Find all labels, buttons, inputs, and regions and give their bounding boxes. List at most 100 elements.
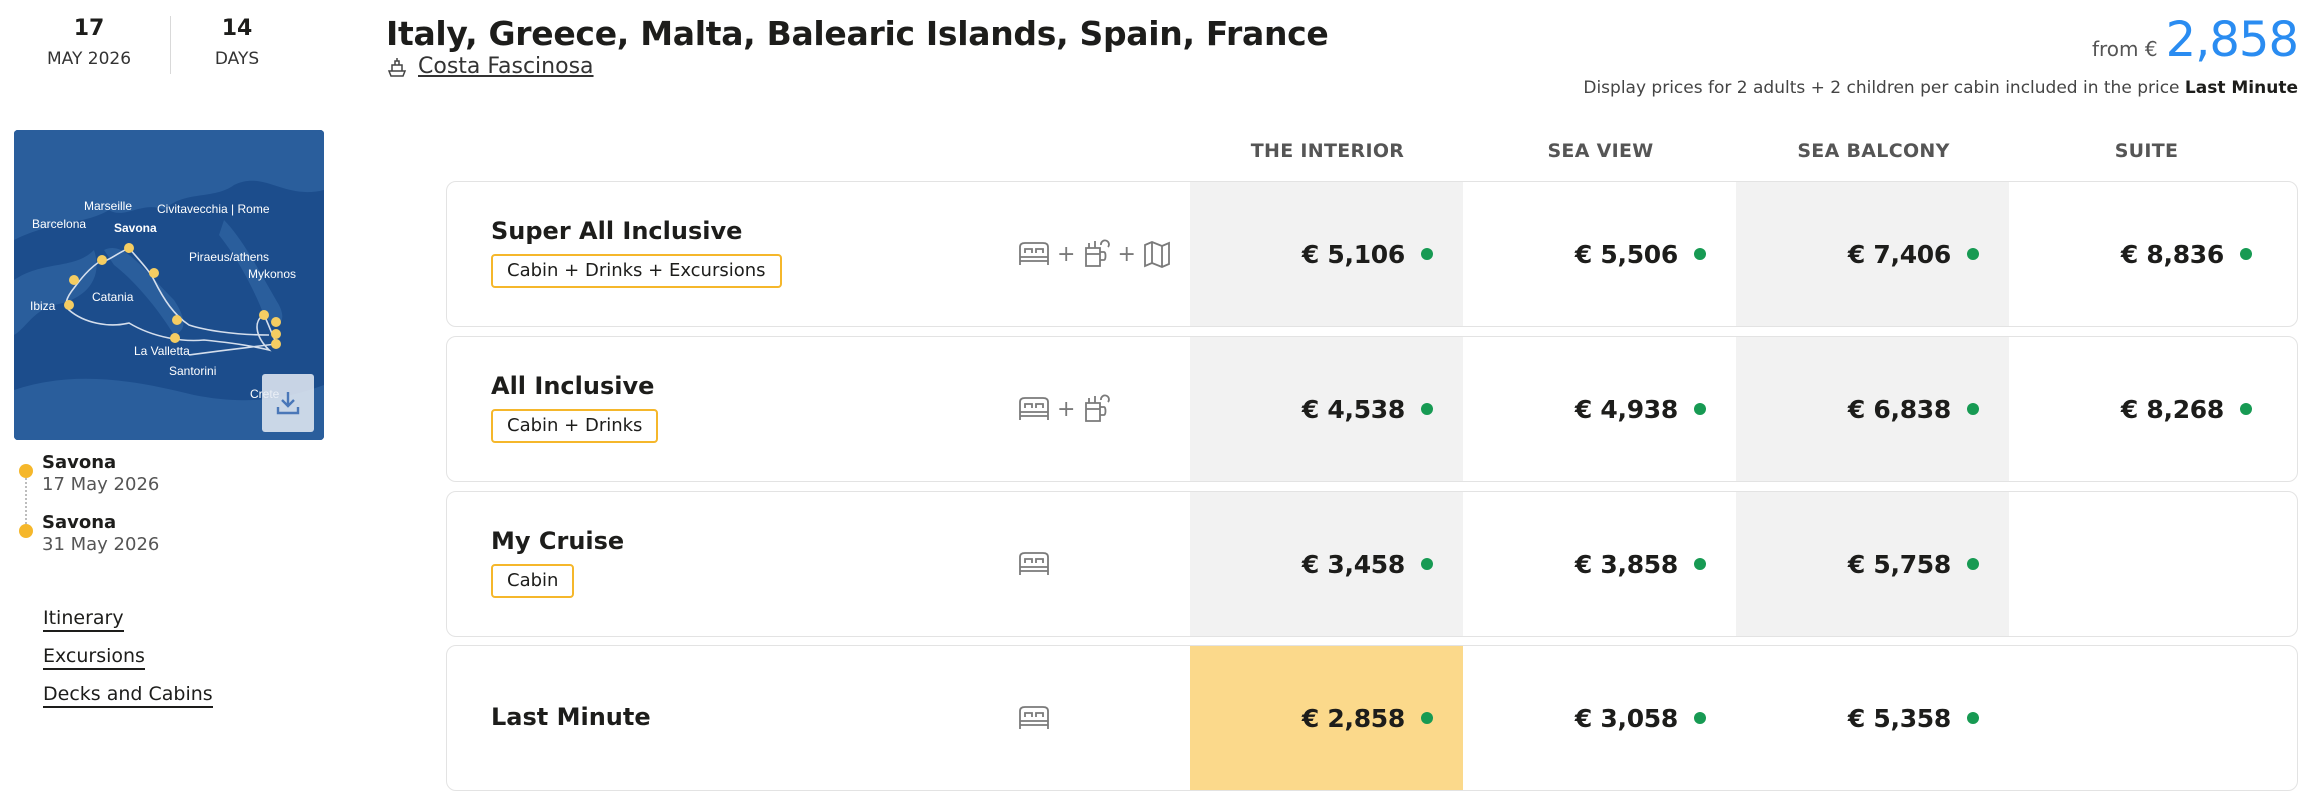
departure-port: Savona 17 May 2026 bbox=[16, 452, 306, 512]
available-dot-icon bbox=[1967, 558, 1979, 570]
available-dot-icon bbox=[1967, 712, 1979, 724]
price-cell-interior-selected[interactable]: € 2,858 bbox=[1190, 646, 1463, 790]
departure-day: 17 bbox=[73, 16, 105, 41]
arrival-port: Savona 31 May 2026 bbox=[16, 512, 306, 572]
price: € 5,758 bbox=[1847, 549, 1951, 579]
disclaimer-text: Display prices for 2 adults + 2 children… bbox=[1583, 78, 2180, 98]
price: € 8,268 bbox=[2120, 394, 2224, 424]
package-inclusions: + + bbox=[1017, 182, 1172, 326]
package-row-super-all-inclusive: Super All Inclusive Cabin + Drinks + Exc… bbox=[446, 181, 2298, 327]
available-dot-icon bbox=[1694, 558, 1706, 570]
departure-date: 17 MAY 2026 bbox=[14, 14, 164, 72]
price: € 3,458 bbox=[1301, 549, 1405, 579]
available-dot-icon bbox=[1421, 403, 1433, 415]
price-cell-sea-balcony[interactable]: € 6,838 bbox=[1736, 337, 2009, 481]
column-header-suite: SUITE bbox=[2114, 140, 2179, 162]
price-cell-suite[interactable]: € 8,836 bbox=[2009, 182, 2282, 326]
map-label-mykonos: Mykonos bbox=[248, 267, 296, 281]
package-inclusions: + bbox=[1017, 337, 1111, 481]
price-cell-sea-view[interactable]: € 3,858 bbox=[1463, 492, 1736, 636]
decks-and-cabins-link[interactable]: Decks and Cabins bbox=[43, 682, 213, 708]
drink-icon bbox=[1085, 239, 1111, 267]
ship-name-link[interactable]: Costa Fascinosa bbox=[418, 54, 594, 79]
price-cell-suite[interactable]: € 8,268 bbox=[2009, 337, 2282, 481]
package-inclusions bbox=[1017, 646, 1051, 790]
price-cell-sea-view[interactable]: € 3,058 bbox=[1463, 646, 1736, 790]
price-cell-sea-balcony[interactable]: € 5,758 bbox=[1736, 492, 2009, 636]
package-row-all-inclusive: All Inclusive Cabin + Drinks + € 4,538 €… bbox=[446, 336, 2298, 482]
price: € 7,406 bbox=[1847, 239, 1951, 269]
available-dot-icon bbox=[2240, 248, 2252, 260]
price-cell-suite-empty bbox=[2009, 492, 2282, 636]
available-dot-icon bbox=[1967, 248, 1979, 260]
map-label-santorini: Santorini bbox=[169, 364, 216, 378]
departure-date-block: 17 MAY 2026 14 DAYS bbox=[14, 14, 314, 78]
price: € 4,938 bbox=[1574, 394, 1678, 424]
from-price-block: from € 2,858 bbox=[2092, 12, 2299, 68]
price-cell-sea-balcony[interactable]: € 5,358 bbox=[1736, 646, 2009, 790]
itinerary-map[interactable]: Marseille Civitavecchia | Rome Barcelona… bbox=[14, 130, 324, 440]
from-price: 2,858 bbox=[2165, 12, 2299, 68]
price-cell-interior[interactable]: € 4,538 bbox=[1190, 337, 1463, 481]
price-cell-interior[interactable]: € 3,458 bbox=[1190, 492, 1463, 636]
map-label-marseille: Marseille bbox=[84, 199, 132, 213]
available-dot-icon bbox=[1421, 712, 1433, 724]
price: € 2,858 bbox=[1301, 703, 1405, 733]
price: € 5,106 bbox=[1301, 239, 1405, 269]
package-row-last-minute: Last Minute € 2,858 € 3,058 € 5,358 bbox=[446, 645, 2298, 791]
ship-info[interactable]: Costa Fascinosa bbox=[386, 54, 594, 79]
price-cell-sea-balcony[interactable]: € 7,406 bbox=[1736, 182, 2009, 326]
ship-icon bbox=[387, 57, 407, 77]
departure-month-year: MAY 2026 bbox=[46, 49, 132, 69]
available-dot-icon bbox=[1421, 248, 1433, 260]
cruise-links: Itinerary Excursions Decks and Cabins bbox=[43, 606, 213, 720]
excursions-link[interactable]: Excursions bbox=[43, 644, 145, 670]
package-name: Super All Inclusive bbox=[491, 217, 743, 245]
price-cell-sea-view[interactable]: € 4,938 bbox=[1463, 337, 1736, 481]
port-name: Savona bbox=[42, 452, 117, 473]
map-label-ibiza: Ibiza bbox=[30, 299, 56, 313]
map-icon bbox=[1143, 241, 1170, 268]
package-name: All Inclusive bbox=[491, 372, 655, 400]
package-tag: Cabin bbox=[491, 564, 575, 598]
bed-icon bbox=[1019, 552, 1049, 575]
price: € 3,858 bbox=[1574, 549, 1678, 579]
plus-sign: + bbox=[1117, 241, 1136, 267]
price-cell-interior[interactable]: € 5,106 bbox=[1190, 182, 1463, 326]
port-date: 17 May 2026 bbox=[42, 474, 160, 495]
duration-label: DAYS bbox=[214, 49, 260, 69]
price: € 5,358 bbox=[1847, 703, 1951, 733]
download-map-button[interactable] bbox=[262, 374, 314, 432]
duration-count: 14 bbox=[221, 16, 253, 41]
available-dot-icon bbox=[1967, 403, 1979, 415]
cruise-duration: 14 DAYS bbox=[182, 14, 292, 72]
port-name: Savona bbox=[42, 512, 117, 533]
price: € 4,538 bbox=[1301, 394, 1405, 424]
port-dot-icon bbox=[19, 464, 33, 478]
price-cell-suite-empty bbox=[2009, 646, 2282, 790]
price-disclaimer: Display prices for 2 adults + 2 children… bbox=[1583, 78, 2298, 98]
price: € 8,836 bbox=[2120, 239, 2224, 269]
column-header-sea-view: SEA VIEW bbox=[1547, 140, 1654, 162]
package-name: Last Minute bbox=[491, 703, 651, 731]
package-tag: Cabin + Drinks bbox=[491, 409, 659, 443]
cruise-title: Italy, Greece, Malta, Balearic Islands, … bbox=[386, 14, 1329, 53]
bed-icon bbox=[1019, 706, 1049, 729]
date-divider bbox=[170, 16, 171, 74]
package-row-my-cruise: My Cruise Cabin € 3,458 € 3,858 € 5,758 bbox=[446, 491, 2298, 637]
price: € 5,506 bbox=[1574, 239, 1678, 269]
plus-sign: + bbox=[1057, 396, 1076, 422]
bed-icon bbox=[1019, 242, 1049, 265]
column-header-interior: THE INTERIOR bbox=[1250, 140, 1405, 162]
port-list: Savona 17 May 2026 Savona 31 May 2026 bbox=[16, 452, 306, 572]
available-dot-icon bbox=[1694, 248, 1706, 260]
map-label-barcelona: Barcelona bbox=[32, 217, 86, 231]
download-icon bbox=[276, 392, 300, 415]
itinerary-link[interactable]: Itinerary bbox=[43, 606, 124, 632]
package-name: My Cruise bbox=[491, 527, 625, 555]
port-dot-icon bbox=[19, 524, 33, 538]
price: € 6,838 bbox=[1847, 394, 1951, 424]
plus-sign: + bbox=[1057, 241, 1076, 267]
price-cell-sea-view[interactable]: € 5,506 bbox=[1463, 182, 1736, 326]
map-label-savona: Savona bbox=[114, 221, 157, 235]
